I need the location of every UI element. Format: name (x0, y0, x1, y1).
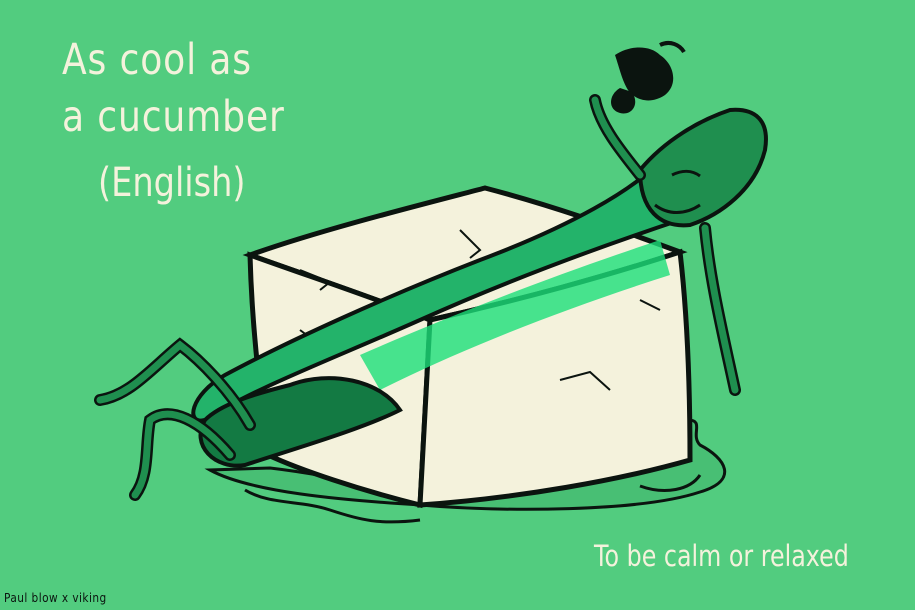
cucumber-arm (701, 224, 739, 394)
sunglasses-icon (611, 41, 686, 114)
page-title: As cool as a cucumber (62, 32, 289, 146)
credit-text: Paul blow x viking (4, 591, 107, 605)
title-line-1: As cool as (62, 35, 252, 85)
meaning-text: To be calm or relaxed (594, 539, 849, 573)
language-label: (English) (98, 160, 246, 206)
title-line-2: a cucumber (62, 92, 285, 142)
